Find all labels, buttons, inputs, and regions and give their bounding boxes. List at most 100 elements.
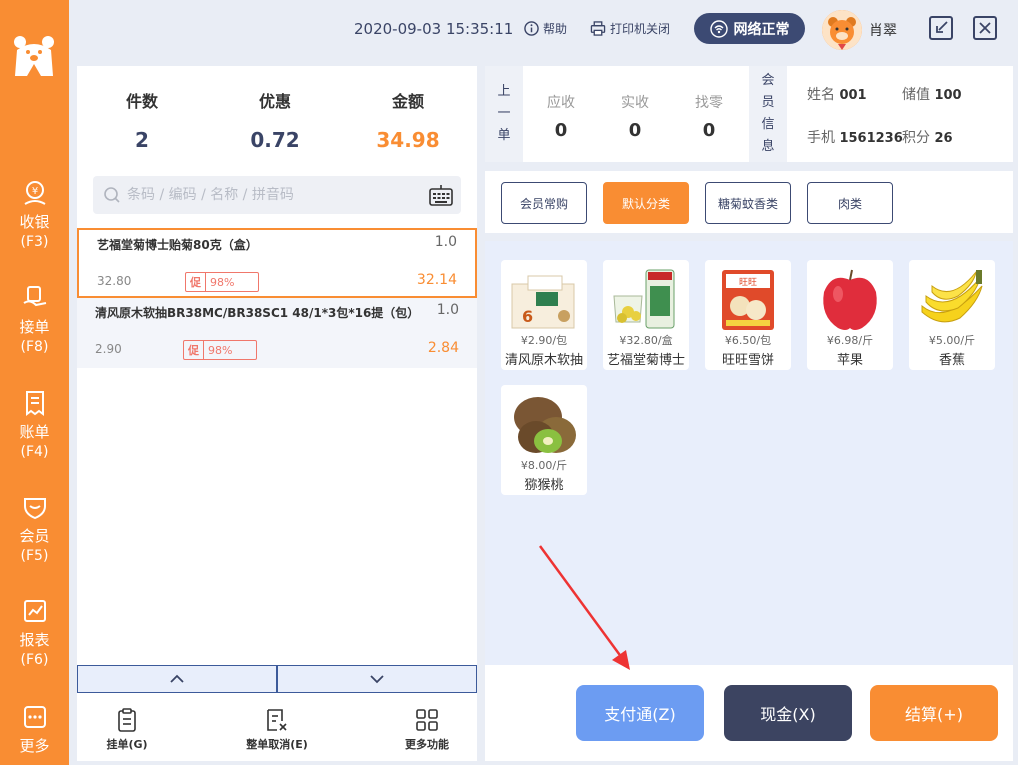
- printer-status[interactable]: 打印机关闭: [590, 20, 670, 37]
- product-price: ¥2.90/包: [520, 334, 568, 347]
- product-card[interactable]: 旺旺 ¥6.50/包 旺旺雪饼: [705, 260, 791, 370]
- sidebar-item-label: 收银: [19, 213, 50, 231]
- sidebar-item-hotkey: (F5): [20, 548, 49, 564]
- product-card[interactable]: 6 ¥2.90/包 清风原木软抽: [501, 260, 587, 370]
- scroll-up-button[interactable]: [77, 665, 277, 693]
- sidebar-item-receive-order[interactable]: 接单 (F8): [0, 285, 69, 357]
- category-bar: 会员常购 默认分类 糖菊蚊香类 肉类: [485, 171, 1013, 233]
- keyboard-icon[interactable]: [429, 184, 453, 206]
- checkout-button[interactable]: 结算(+): [870, 685, 998, 741]
- received: 实收 0: [605, 92, 665, 141]
- more-functions-button[interactable]: 更多功能: [377, 708, 477, 752]
- category-tab-active[interactable]: 默认分类: [603, 182, 689, 224]
- category-tab[interactable]: 糖菊蚊香类: [705, 182, 791, 224]
- sidebar-item-cashier[interactable]: ¥ 收银 (F3): [0, 180, 69, 252]
- promo-badge: 促 98%: [183, 340, 257, 360]
- product-price: ¥6.98/斤: [826, 334, 874, 347]
- member-info-tab[interactable]: 会 员 信 息: [749, 66, 787, 162]
- cart-summary: 件数 2 优惠 0.72 金额 34.98: [77, 66, 477, 166]
- category-tab[interactable]: 肉类: [807, 182, 893, 224]
- member-name: 姓名 001: [807, 84, 867, 104]
- prev-label-char: 一: [497, 106, 511, 121]
- cancel-order-button[interactable]: 整单取消(E): [227, 708, 327, 752]
- sidebar-item-hotkey: (F8): [20, 339, 49, 355]
- more-functions-label: 更多功能: [405, 738, 449, 751]
- tissue-box-icon: 6: [511, 275, 575, 329]
- chevron-up-icon: [170, 674, 184, 683]
- hold-order-label: 挂单(G): [106, 738, 148, 751]
- sidebar-item-bill[interactable]: 账单 (F4): [0, 390, 69, 462]
- minimize-button[interactable]: [929, 16, 953, 40]
- receivable-value: 0: [554, 120, 568, 141]
- wifi-icon: [709, 19, 728, 38]
- payment-summary-panel: 上 一 单 应收 0 实收 0 找零 0 会 员 信 息 姓名 001 储值 1…: [485, 66, 1013, 162]
- cashier-icon: ¥: [23, 181, 46, 205]
- user-name: 肖翠: [869, 23, 897, 39]
- report-icon: [23, 600, 46, 622]
- cart-item-subtotal: 2.84: [427, 340, 459, 356]
- cart-item-qty: 1.0: [434, 234, 457, 250]
- info-tag-char: 会: [761, 73, 775, 88]
- sidebar-item-label: 账单: [19, 423, 50, 441]
- member-balance-label: 储值: [902, 87, 930, 103]
- member-phone-value: 1561236: [839, 131, 903, 146]
- product-price: ¥32.80/盒: [619, 334, 673, 347]
- sidebar-item-more[interactable]: 更多: [0, 704, 69, 756]
- cart-item[interactable]: 艺福堂菊博士贻菊80克（盒） 1.0 32.80 促 98% 32.14: [77, 228, 477, 298]
- amount-value: 34.98: [376, 128, 440, 152]
- item-count-value: 2: [135, 128, 149, 152]
- product-name: 香蕉: [938, 353, 965, 368]
- amount-label: 金额: [391, 92, 424, 111]
- help-link[interactable]: 帮助: [524, 20, 567, 37]
- sidebar-item-label: 报表: [19, 631, 50, 649]
- promo-tag: 促: [186, 273, 206, 291]
- product-price: ¥8.00/斤: [520, 459, 568, 472]
- item-count: 件数 2: [82, 88, 202, 152]
- receivable: 应收 0: [531, 92, 591, 141]
- product-card[interactable]: ¥5.00/斤 香蕉: [909, 260, 995, 370]
- cart-item-name: 清风原木软抽BR38MC/BR38SC1 48/1*3包*16提（包）: [95, 306, 415, 320]
- cart-item-subtotal: 32.14: [416, 272, 457, 288]
- product-card[interactable]: ¥32.80/盒 艺福堂菊博士: [603, 260, 689, 370]
- member-name-value: 001: [839, 88, 867, 103]
- search-input[interactable]: [127, 176, 417, 214]
- sidebar-item-member[interactable]: 会员 (F5): [0, 494, 69, 566]
- promo-badge: 促 98%: [185, 272, 259, 292]
- chrysanthemum-tea-icon: [613, 269, 675, 329]
- payment-buttons: 支付通(Z) 现金(X) 结算(+): [485, 665, 1013, 761]
- category-tab[interactable]: 会员常购: [501, 182, 587, 224]
- close-icon: [979, 22, 991, 34]
- receivable-label: 应收: [547, 95, 575, 111]
- change: 找零 0: [679, 92, 739, 141]
- bill-icon: [25, 391, 44, 416]
- bear-avatar-icon: [822, 10, 862, 50]
- cart-item-price: 32.80: [97, 274, 132, 288]
- svg-text:旺旺: 旺旺: [739, 277, 757, 288]
- product-name: 旺旺雪饼: [721, 353, 774, 368]
- product-card[interactable]: ¥6.98/斤 苹果: [807, 260, 893, 370]
- received-value: 0: [628, 120, 642, 141]
- promo-tag: 促: [184, 341, 204, 359]
- product-price: ¥5.00/斤: [928, 334, 976, 347]
- discount-total: 优惠 0.72: [215, 88, 335, 152]
- printer-label: 打印机关闭: [610, 22, 671, 36]
- cash-button[interactable]: 现金(X): [724, 685, 852, 741]
- product-card[interactable]: ¥8.00/斤 猕猴桃: [501, 385, 587, 495]
- avatar[interactable]: [822, 10, 862, 50]
- hold-order-button[interactable]: 挂单(G): [77, 708, 177, 752]
- network-status-badge[interactable]: 网络正常: [694, 13, 805, 44]
- cart-item[interactable]: 清风原木软抽BR38MC/BR38SC1 48/1*3包*16提（包） 1.0 …: [77, 298, 477, 368]
- top-bar: 2020-09-03 15:35:11 帮助 打印机关闭 网络正常 肖翠: [69, 0, 1018, 58]
- cart-item-qty: 1.0: [436, 302, 459, 318]
- sidebar-item-report[interactable]: 报表 (F6): [0, 598, 69, 670]
- member-points-label: 积分: [902, 130, 930, 146]
- info-icon: [524, 21, 539, 36]
- close-button[interactable]: [973, 16, 997, 40]
- sidebar-item-hotkey: (F4): [20, 444, 49, 460]
- scroll-down-button[interactable]: [277, 665, 477, 693]
- sidebar-item-label: 会员: [19, 527, 50, 545]
- cart-panel: 件数 2 优惠 0.72 金额 34.98 艺福堂菊博士贻菊80克（盒） 1.0…: [77, 66, 477, 761]
- alipay-button[interactable]: 支付通(Z): [576, 685, 704, 741]
- receive-order-icon: [22, 286, 46, 307]
- previous-order-button[interactable]: 上 一 单: [485, 66, 523, 162]
